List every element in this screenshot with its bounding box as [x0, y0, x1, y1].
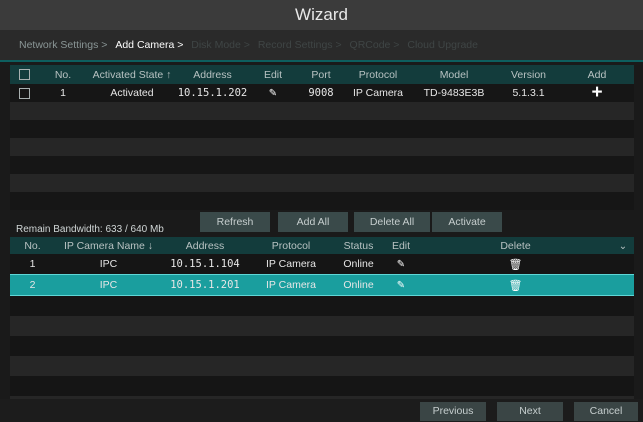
- edit-pencil-icon[interactable]: ✎: [269, 88, 277, 99]
- row-delete-cell[interactable]: 🗑: [419, 274, 612, 296]
- row-protocol: IP Camera: [345, 84, 411, 102]
- table-row-empty: [10, 120, 634, 138]
- header-ip-camera-name[interactable]: IP Camera Name ↓: [55, 237, 162, 254]
- row-version: 5.1.3.1: [497, 84, 560, 102]
- header-model: Model: [411, 65, 497, 84]
- cancel-button[interactable]: Cancel: [574, 402, 638, 421]
- row-address: 10.15.1.104: [162, 254, 248, 275]
- crumb-cloud-upgrade: Cloud Upgrade: [407, 39, 478, 51]
- crumb-network-settings[interactable]: Network Settings >: [19, 30, 107, 60]
- next-button[interactable]: Next: [497, 402, 563, 421]
- add-plus-icon[interactable]: +: [591, 82, 602, 103]
- header-expand-cell[interactable]: ⌄: [612, 237, 634, 254]
- crumb-record-settings: Record Settings >: [257, 39, 342, 51]
- title-bar: Wizard: [0, 0, 643, 30]
- searched-camera-table: No. Activated State ↑ Address Edit Port …: [10, 65, 634, 210]
- table-row-empty: [10, 138, 634, 156]
- row-status: Online: [334, 254, 383, 275]
- header-ip-camera-name-label: IP Camera Name: [63, 239, 145, 252]
- row-port: 9008: [297, 84, 345, 102]
- select-all-checkbox[interactable]: [18, 69, 30, 81]
- row-edit-cell[interactable]: ✎: [383, 254, 419, 275]
- sort-up-icon[interactable]: ↑: [166, 69, 171, 81]
- header-no: No.: [38, 65, 88, 84]
- row-camera-name: IPC: [55, 254, 162, 275]
- table-row-empty: [10, 102, 634, 120]
- trash-icon[interactable]: 🗑: [509, 279, 523, 292]
- add-all-button[interactable]: Add All: [278, 212, 348, 232]
- wizard-window: Wizard Network Settings > Add Camera > D…: [0, 0, 643, 422]
- table-row-empty: [10, 356, 634, 376]
- table-row[interactable]: 1 Activated 10.15.1.202 ✎ 9008 IP Camera…: [10, 82, 634, 103]
- header-select-all[interactable]: [10, 65, 38, 84]
- header-activated-state-label: Activated State: [92, 68, 164, 81]
- table-row-empty: [10, 192, 634, 210]
- row-edit-cell[interactable]: ✎: [249, 84, 297, 102]
- row-protocol: IP Camera: [248, 274, 334, 296]
- added-camera-table: No. IP Camera Name ↓ Address Protocol St…: [10, 237, 634, 416]
- table-header-row: No. IP Camera Name ↓ Address Protocol St…: [10, 237, 634, 254]
- edit-pencil-icon[interactable]: ✎: [397, 259, 405, 270]
- previous-button[interactable]: Previous: [420, 402, 486, 421]
- table-row-empty: [10, 295, 634, 316]
- remain-bandwidth-label: Remain Bandwidth: 633 / 640 Mb: [16, 224, 164, 235]
- header-activated-state[interactable]: Activated State ↑: [88, 65, 176, 84]
- row-select-cell[interactable]: [10, 84, 38, 102]
- header-no: No.: [10, 237, 55, 254]
- row-address: 10.15.1.201: [162, 274, 248, 296]
- row-no: 1: [38, 84, 88, 102]
- row-delete-cell[interactable]: 🗑: [419, 254, 612, 275]
- row-address: 10.15.1.202: [176, 84, 249, 102]
- header-delete: Delete: [419, 237, 612, 254]
- sort-down-icon[interactable]: ↓: [148, 240, 153, 252]
- action-bar: Remain Bandwidth: 633 / 640 Mb Refresh A…: [10, 212, 634, 237]
- header-address: Address: [176, 65, 249, 84]
- chevron-down-icon[interactable]: ⌄: [619, 241, 627, 252]
- delete-all-button[interactable]: Delete All: [354, 212, 430, 232]
- row-edit-cell[interactable]: ✎: [383, 274, 419, 296]
- header-version: Version: [497, 65, 560, 84]
- refresh-button[interactable]: Refresh: [200, 212, 270, 232]
- edit-pencil-icon[interactable]: ✎: [397, 280, 405, 291]
- table-row-empty: [10, 336, 634, 356]
- row-no: 2: [10, 274, 55, 296]
- breadcrumb: Network Settings > Add Camera > Disk Mod…: [0, 30, 643, 62]
- header-port: Port: [297, 65, 345, 84]
- header-protocol: Protocol: [248, 237, 334, 254]
- table-row[interactable]: 1 IPC 10.15.1.104 IP Camera Online ✎ 🗑: [10, 254, 634, 275]
- row-camera-name: IPC: [55, 274, 162, 296]
- row-no: 1: [10, 254, 55, 275]
- row-activated-state: Activated: [88, 84, 176, 102]
- trash-icon[interactable]: 🗑: [509, 258, 523, 271]
- row-add-cell[interactable]: +: [560, 82, 634, 103]
- row-protocol: IP Camera: [248, 254, 334, 275]
- header-protocol: Protocol: [345, 65, 411, 84]
- header-status: Status: [334, 237, 383, 254]
- crumb-add-camera[interactable]: Add Camera >: [115, 30, 183, 60]
- table-row-empty: [10, 316, 634, 336]
- crumb-qrcode: QRCode >: [349, 39, 400, 51]
- header-address: Address: [162, 237, 248, 254]
- row-checkbox[interactable]: [18, 87, 30, 99]
- table-header-row: No. Activated State ↑ Address Edit Port …: [10, 65, 634, 84]
- activate-button[interactable]: Activate: [432, 212, 502, 232]
- header-edit: Edit: [383, 237, 419, 254]
- table-row-selected[interactable]: 2 IPC 10.15.1.201 IP Camera Online ✎ 🗑: [10, 274, 634, 296]
- row-status: Online: [334, 274, 383, 296]
- crumb-disk-mode: Disk Mode >: [191, 39, 250, 51]
- table-row-empty: [10, 156, 634, 174]
- row-model: TD-9483E3B: [411, 84, 497, 102]
- header-edit: Edit: [249, 65, 297, 84]
- window-title: Wizard: [295, 5, 348, 24]
- table-row-empty: [10, 174, 634, 192]
- footer-bar: Previous Next Cancel: [0, 399, 643, 422]
- table-row-empty: [10, 376, 634, 396]
